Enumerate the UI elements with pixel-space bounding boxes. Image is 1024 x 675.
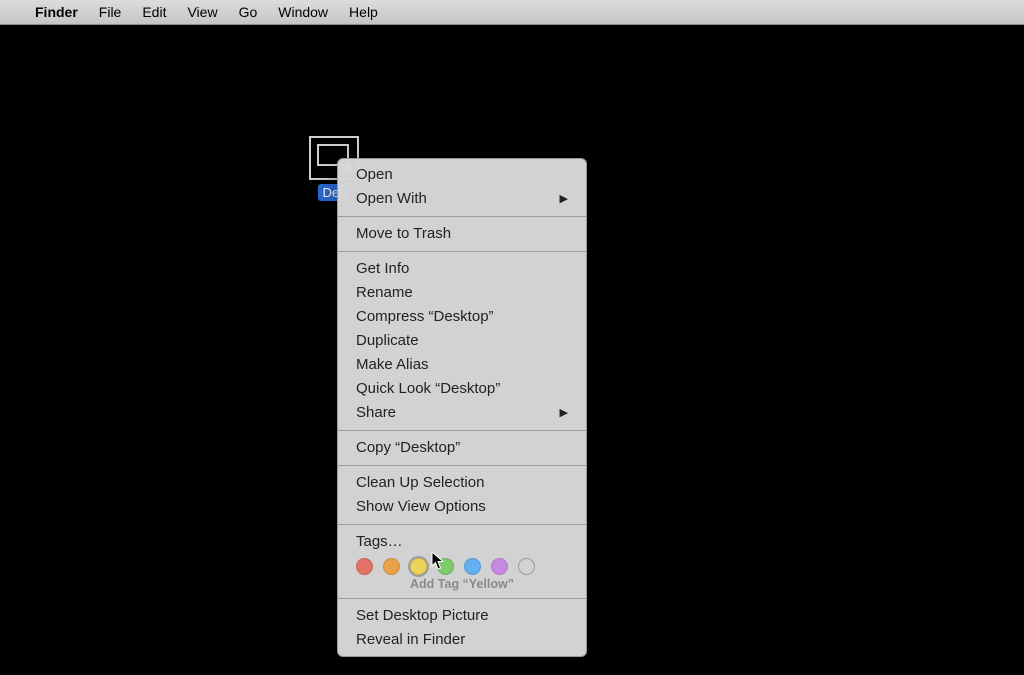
tag-hint-label: Add Tag “Yellow” xyxy=(338,575,586,593)
context-menu-item[interactable]: Compress “Desktop” xyxy=(338,305,586,329)
submenu-arrow-icon: ▶ xyxy=(560,189,568,209)
context-menu-item-label: Open With xyxy=(356,189,427,209)
menu-separator xyxy=(338,465,586,466)
context-menu-item-label: Clean Up Selection xyxy=(356,473,484,493)
context-menu-item[interactable]: Quick Look “Desktop” xyxy=(338,377,586,401)
tag-color-dot[interactable] xyxy=(356,558,373,575)
context-menu-item[interactable]: Share ▶ xyxy=(338,401,586,425)
tag-color-dot[interactable] xyxy=(491,558,508,575)
menubar-item-go[interactable]: Go xyxy=(239,4,258,20)
menubar-item-view[interactable]: View xyxy=(187,4,217,20)
context-menu-item[interactable]: Open With ▶ xyxy=(338,187,586,211)
context-menu-item[interactable]: Reveal in Finder xyxy=(338,628,586,652)
context-menu-item[interactable]: Copy “Desktop” xyxy=(338,436,586,460)
context-menu-item-label: Move to Trash xyxy=(356,224,451,244)
context-menu-item-label: Reveal in Finder xyxy=(356,630,465,650)
context-menu: Open Open With ▶ Move to Trash Get Info Renam… xyxy=(337,158,587,657)
context-menu-item-label: Tags… xyxy=(356,532,403,552)
menubar-item-edit[interactable]: Edit xyxy=(142,4,166,20)
menu-separator xyxy=(338,216,586,217)
context-menu-item-label: Copy “Desktop” xyxy=(356,438,460,458)
menubar-item-help[interactable]: Help xyxy=(349,4,378,20)
submenu-arrow-icon: ▶ xyxy=(560,403,568,423)
context-menu-item-label: Open xyxy=(356,165,393,185)
menubar-app-name[interactable]: Finder xyxy=(35,4,78,20)
context-menu-item-label: Make Alias xyxy=(356,355,429,375)
menu-separator xyxy=(338,524,586,525)
context-menu-item-label: Compress “Desktop” xyxy=(356,307,494,327)
context-menu-item-label: Show View Options xyxy=(356,497,486,517)
context-menu-item-label: Set Desktop Picture xyxy=(356,606,489,626)
context-menu-item-label: Quick Look “Desktop” xyxy=(356,379,500,399)
context-menu-item-label: Duplicate xyxy=(356,331,419,351)
context-menu-item[interactable]: Set Desktop Picture xyxy=(338,604,586,628)
context-menu-item-label: Share xyxy=(356,403,396,423)
tag-color-dot[interactable] xyxy=(410,558,427,575)
tag-color-dot[interactable] xyxy=(464,558,481,575)
menubar-item-window[interactable]: Window xyxy=(278,4,328,20)
context-menu-item[interactable]: Move to Trash xyxy=(338,222,586,246)
tag-color-none[interactable] xyxy=(518,558,535,575)
context-menu-item[interactable]: Duplicate xyxy=(338,329,586,353)
context-menu-item-label: Rename xyxy=(356,283,413,303)
context-menu-item[interactable]: Clean Up Selection xyxy=(338,471,586,495)
tag-color-dot[interactable] xyxy=(383,558,400,575)
context-menu-item[interactable]: Tags… xyxy=(338,530,586,554)
context-menu-item[interactable]: Open xyxy=(338,163,586,187)
tag-color-dot[interactable] xyxy=(437,558,454,575)
menubar-item-file[interactable]: File xyxy=(99,4,122,20)
menubar: Finder File Edit View Go Window Help xyxy=(0,0,1024,25)
context-menu-item[interactable]: Show View Options xyxy=(338,495,586,519)
context-menu-item[interactable]: Get Info xyxy=(338,257,586,281)
menu-separator xyxy=(338,598,586,599)
context-menu-item[interactable]: Make Alias xyxy=(338,353,586,377)
menu-separator xyxy=(338,430,586,431)
context-menu-item-label: Get Info xyxy=(356,259,409,279)
context-menu-item[interactable]: Rename xyxy=(338,281,586,305)
tag-color-row xyxy=(338,554,586,575)
menu-separator xyxy=(338,251,586,252)
